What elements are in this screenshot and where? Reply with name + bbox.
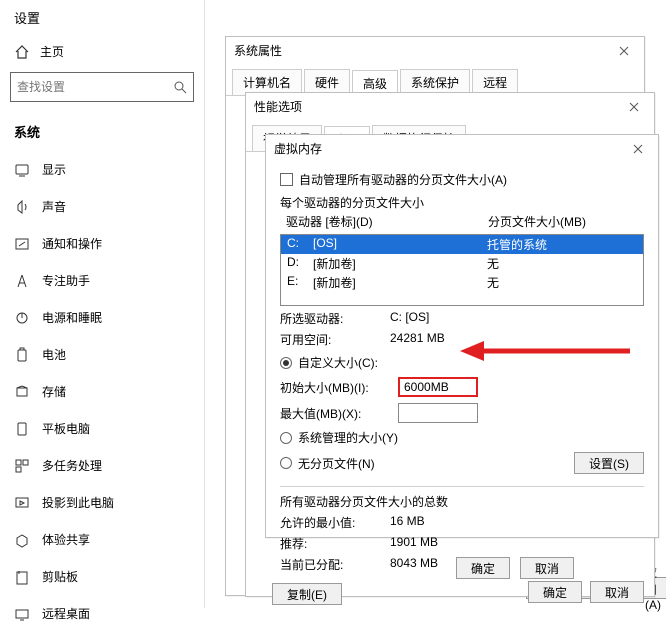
dialog-title-text: 系统属性 bbox=[234, 44, 282, 58]
sidebar-item[interactable]: 多任务处理 bbox=[0, 447, 204, 484]
search-icon bbox=[173, 80, 187, 94]
dialog-title-text: 虚拟内存 bbox=[274, 142, 322, 156]
sidebar-item-icon bbox=[14, 236, 30, 252]
virtual-memory-dialog: 虚拟内存 自动管理所有驱动器的分页文件大小(A) 每个驱动器的分页文件大小 驱动… bbox=[265, 134, 659, 538]
sidebar-item-label: 通知和操作 bbox=[42, 235, 102, 252]
sidebar-item[interactable]: 剪贴板 bbox=[0, 558, 204, 595]
sidebar-item-label: 电源和睡眠 bbox=[42, 309, 102, 326]
custom-size-label: 自定义大小(C): bbox=[298, 354, 378, 371]
auto-manage-checkbox[interactable] bbox=[280, 173, 293, 186]
settings-sidebar: 设置 主页 系统 显示声音通知和操作专注助手电源和睡眠电池存储平板电脑多任务处理… bbox=[0, 0, 205, 608]
min-allowed-value: 16 MB bbox=[390, 514, 644, 531]
sidebar-item-icon bbox=[14, 310, 30, 326]
sidebar-item-label: 专注助手 bbox=[42, 272, 90, 289]
ok-button[interactable]: 确定 bbox=[528, 581, 582, 603]
recommended-value: 1901 MB bbox=[390, 535, 644, 552]
home-icon bbox=[14, 44, 30, 60]
home-nav[interactable]: 主页 bbox=[0, 35, 204, 72]
system-managed-label: 系统管理的大小(Y) bbox=[298, 429, 398, 446]
drive-row[interactable]: D:[新加卷]无 bbox=[281, 254, 643, 273]
dialog-title-text: 性能选项 bbox=[254, 100, 302, 114]
sidebar-item-label: 平板电脑 bbox=[42, 420, 90, 437]
sidebar-item-label: 体验共享 bbox=[42, 531, 90, 548]
sidebar-item[interactable]: 存储 bbox=[0, 373, 204, 410]
sidebar-item[interactable]: 声音 bbox=[0, 188, 204, 225]
sidebar-item-label: 多任务处理 bbox=[42, 457, 102, 474]
sidebar-item-icon bbox=[14, 273, 30, 289]
col-drive: 驱动器 [卷标](D) bbox=[286, 213, 488, 230]
sidebar-item-label: 剪贴板 bbox=[42, 568, 78, 585]
sidebar-item-label: 电池 bbox=[42, 346, 66, 363]
category-heading: 系统 bbox=[0, 116, 204, 151]
dialog-title: 虚拟内存 bbox=[266, 135, 658, 163]
sidebar-item[interactable]: 远程桌面 bbox=[0, 595, 204, 632]
sidebar-item-icon bbox=[14, 384, 30, 400]
sidebar-item-icon bbox=[14, 347, 30, 363]
dialog-title: 性能选项 bbox=[246, 93, 654, 121]
sidebar-item-label: 声音 bbox=[42, 198, 66, 215]
totals-title: 所有驱动器分页文件大小的总数 bbox=[280, 493, 644, 510]
sidebar-item-icon bbox=[14, 162, 30, 178]
current-allocated-label: 当前已分配: bbox=[280, 556, 390, 573]
dialog-title: 系统属性 bbox=[226, 37, 644, 65]
system-managed-radio[interactable] bbox=[280, 432, 292, 444]
close-icon[interactable] bbox=[618, 97, 650, 117]
sidebar-item[interactable]: 通知和操作 bbox=[0, 225, 204, 262]
selected-drive-value: C: [OS] bbox=[390, 310, 644, 327]
sidebar-item[interactable]: 电池 bbox=[0, 336, 204, 373]
sidebar-item[interactable]: 体验共享 bbox=[0, 521, 204, 558]
min-allowed-label: 允许的最小值: bbox=[280, 514, 390, 531]
col-page: 分页文件大小(MB) bbox=[488, 213, 638, 230]
max-size-input[interactable] bbox=[398, 403, 478, 423]
sidebar-item-label: 显示 bbox=[42, 161, 66, 178]
home-label: 主页 bbox=[40, 43, 64, 60]
sidebar-item-icon bbox=[14, 495, 30, 511]
sidebar-item[interactable]: 投影到此电脑 bbox=[0, 484, 204, 521]
search-box[interactable] bbox=[10, 72, 194, 102]
sidebar-item-icon bbox=[14, 421, 30, 437]
no-paging-label: 无分页文件(N) bbox=[298, 455, 375, 472]
custom-size-radio[interactable] bbox=[280, 357, 292, 369]
sidebar-item-label: 投影到此电脑 bbox=[42, 494, 114, 511]
set-button[interactable]: 设置(S) bbox=[574, 452, 644, 474]
sidebar-item[interactable]: 平板电脑 bbox=[0, 410, 204, 447]
current-allocated-value: 8043 MB bbox=[390, 556, 644, 573]
auto-manage-label: 自动管理所有驱动器的分页文件大小(A) bbox=[299, 171, 507, 188]
initial-size-input[interactable]: 6000MB bbox=[398, 377, 478, 397]
drive-list[interactable]: C:[OS]托管的系统D:[新加卷]无E:[新加卷]无 bbox=[280, 234, 644, 306]
per-drive-label: 每个驱动器的分页文件大小 bbox=[280, 194, 644, 211]
close-icon[interactable] bbox=[608, 41, 640, 61]
max-size-label: 最大值(MB)(X): bbox=[280, 405, 390, 422]
close-icon[interactable] bbox=[622, 139, 654, 159]
recommended-label: 推荐: bbox=[280, 535, 390, 552]
sidebar-item[interactable]: 电源和睡眠 bbox=[0, 299, 204, 336]
sidebar-item-icon bbox=[14, 532, 30, 548]
sidebar-item-icon bbox=[14, 199, 30, 215]
sidebar-item-icon bbox=[14, 458, 30, 474]
settings-app-title: 设置 bbox=[0, 0, 204, 35]
search-input[interactable] bbox=[17, 80, 173, 94]
drive-row[interactable]: E:[新加卷]无 bbox=[281, 273, 643, 292]
cancel-button[interactable]: 取消 bbox=[590, 581, 644, 603]
no-paging-radio[interactable] bbox=[280, 457, 292, 469]
avail-space-label: 可用空间: bbox=[280, 331, 390, 348]
sidebar-item[interactable]: 专注助手 bbox=[0, 262, 204, 299]
sidebar-item[interactable]: 显示 bbox=[0, 151, 204, 188]
selected-drive-label: 所选驱动器: bbox=[280, 310, 390, 327]
drive-row[interactable]: C:[OS]托管的系统 bbox=[281, 235, 643, 254]
avail-space-value: 24281 MB bbox=[390, 331, 644, 348]
sidebar-item-icon bbox=[14, 569, 30, 585]
sidebar-item-label: 存储 bbox=[42, 383, 66, 400]
initial-size-label: 初始大小(MB)(I): bbox=[280, 379, 390, 396]
